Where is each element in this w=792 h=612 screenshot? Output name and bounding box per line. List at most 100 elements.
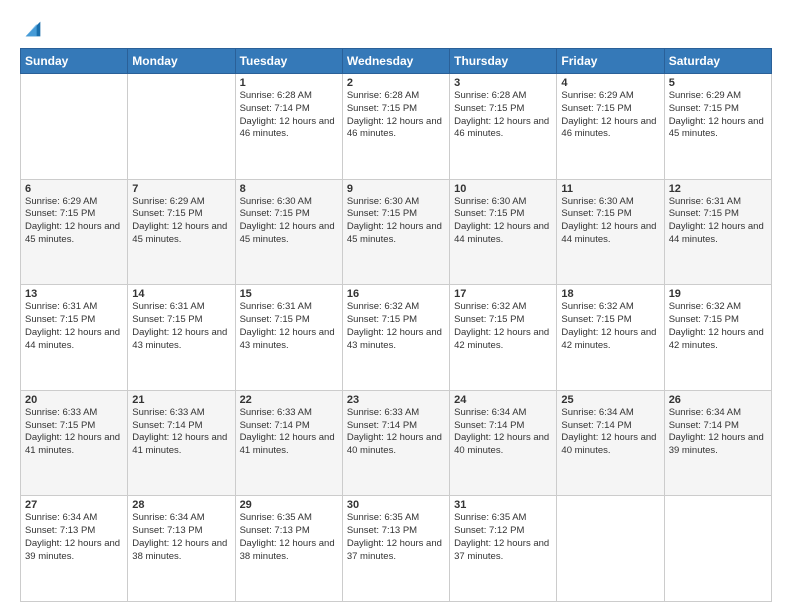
day-number: 15 [240, 288, 338, 300]
calendar-day-cell: 9Sunrise: 6:30 AM Sunset: 7:15 PM Daylig… [342, 179, 449, 285]
day-number: 22 [240, 394, 338, 406]
day-number: 31 [454, 499, 552, 511]
day-info: Sunrise: 6:32 AM Sunset: 7:15 PM Dayligh… [454, 301, 552, 352]
day-info: Sunrise: 6:29 AM Sunset: 7:15 PM Dayligh… [561, 90, 659, 141]
day-number: 23 [347, 394, 445, 406]
calendar-day-cell: 23Sunrise: 6:33 AM Sunset: 7:14 PM Dayli… [342, 390, 449, 496]
day-number: 18 [561, 288, 659, 300]
day-number: 8 [240, 183, 338, 195]
calendar-day-cell: 21Sunrise: 6:33 AM Sunset: 7:14 PM Dayli… [128, 390, 235, 496]
day-number: 21 [132, 394, 230, 406]
calendar-day-header: Wednesday [342, 49, 449, 74]
day-info: Sunrise: 6:34 AM Sunset: 7:13 PM Dayligh… [132, 512, 230, 563]
calendar-day-cell: 25Sunrise: 6:34 AM Sunset: 7:14 PM Dayli… [557, 390, 664, 496]
day-info: Sunrise: 6:30 AM Sunset: 7:15 PM Dayligh… [561, 196, 659, 247]
day-number: 13 [25, 288, 123, 300]
calendar-day-cell: 12Sunrise: 6:31 AM Sunset: 7:15 PM Dayli… [664, 179, 771, 285]
day-info: Sunrise: 6:29 AM Sunset: 7:15 PM Dayligh… [132, 196, 230, 247]
calendar-day-cell: 29Sunrise: 6:35 AM Sunset: 7:13 PM Dayli… [235, 496, 342, 602]
calendar-day-cell: 24Sunrise: 6:34 AM Sunset: 7:14 PM Dayli… [450, 390, 557, 496]
day-info: Sunrise: 6:33 AM Sunset: 7:14 PM Dayligh… [132, 407, 230, 458]
day-info: Sunrise: 6:32 AM Sunset: 7:15 PM Dayligh… [561, 301, 659, 352]
calendar-day-cell: 11Sunrise: 6:30 AM Sunset: 7:15 PM Dayli… [557, 179, 664, 285]
day-info: Sunrise: 6:34 AM Sunset: 7:13 PM Dayligh… [25, 512, 123, 563]
calendar-header-row: SundayMondayTuesdayWednesdayThursdayFrid… [21, 49, 772, 74]
calendar-day-cell: 8Sunrise: 6:30 AM Sunset: 7:15 PM Daylig… [235, 179, 342, 285]
day-number: 16 [347, 288, 445, 300]
day-info: Sunrise: 6:31 AM Sunset: 7:15 PM Dayligh… [669, 196, 767, 247]
day-info: Sunrise: 6:33 AM Sunset: 7:14 PM Dayligh… [240, 407, 338, 458]
day-number: 27 [25, 499, 123, 511]
day-info: Sunrise: 6:35 AM Sunset: 7:12 PM Dayligh… [454, 512, 552, 563]
day-number: 12 [669, 183, 767, 195]
calendar-day-cell: 5Sunrise: 6:29 AM Sunset: 7:15 PM Daylig… [664, 74, 771, 180]
day-number: 30 [347, 499, 445, 511]
day-number: 6 [25, 183, 123, 195]
day-number: 28 [132, 499, 230, 511]
day-number: 10 [454, 183, 552, 195]
day-info: Sunrise: 6:33 AM Sunset: 7:15 PM Dayligh… [25, 407, 123, 458]
day-info: Sunrise: 6:34 AM Sunset: 7:14 PM Dayligh… [669, 407, 767, 458]
day-info: Sunrise: 6:29 AM Sunset: 7:15 PM Dayligh… [669, 90, 767, 141]
day-info: Sunrise: 6:32 AM Sunset: 7:15 PM Dayligh… [669, 301, 767, 352]
day-info: Sunrise: 6:32 AM Sunset: 7:15 PM Dayligh… [347, 301, 445, 352]
calendar-day-cell [128, 74, 235, 180]
calendar-day-cell: 3Sunrise: 6:28 AM Sunset: 7:15 PM Daylig… [450, 74, 557, 180]
calendar-day-header: Thursday [450, 49, 557, 74]
day-number: 25 [561, 394, 659, 406]
day-number: 11 [561, 183, 659, 195]
calendar-week-row: 27Sunrise: 6:34 AM Sunset: 7:13 PM Dayli… [21, 496, 772, 602]
calendar-day-cell: 27Sunrise: 6:34 AM Sunset: 7:13 PM Dayli… [21, 496, 128, 602]
calendar-day-cell: 18Sunrise: 6:32 AM Sunset: 7:15 PM Dayli… [557, 285, 664, 391]
calendar-week-row: 6Sunrise: 6:29 AM Sunset: 7:15 PM Daylig… [21, 179, 772, 285]
day-info: Sunrise: 6:35 AM Sunset: 7:13 PM Dayligh… [347, 512, 445, 563]
calendar-week-row: 13Sunrise: 6:31 AM Sunset: 7:15 PM Dayli… [21, 285, 772, 391]
day-number: 4 [561, 77, 659, 89]
calendar-day-cell: 6Sunrise: 6:29 AM Sunset: 7:15 PM Daylig… [21, 179, 128, 285]
day-number: 17 [454, 288, 552, 300]
day-info: Sunrise: 6:31 AM Sunset: 7:15 PM Dayligh… [240, 301, 338, 352]
day-number: 3 [454, 77, 552, 89]
day-info: Sunrise: 6:28 AM Sunset: 7:15 PM Dayligh… [454, 90, 552, 141]
calendar-table: SundayMondayTuesdayWednesdayThursdayFrid… [20, 48, 772, 602]
calendar-day-cell [21, 74, 128, 180]
day-info: Sunrise: 6:34 AM Sunset: 7:14 PM Dayligh… [454, 407, 552, 458]
day-info: Sunrise: 6:28 AM Sunset: 7:15 PM Dayligh… [347, 90, 445, 141]
calendar-day-header: Tuesday [235, 49, 342, 74]
day-number: 26 [669, 394, 767, 406]
calendar-day-cell: 13Sunrise: 6:31 AM Sunset: 7:15 PM Dayli… [21, 285, 128, 391]
day-info: Sunrise: 6:30 AM Sunset: 7:15 PM Dayligh… [240, 196, 338, 247]
day-info: Sunrise: 6:29 AM Sunset: 7:15 PM Dayligh… [25, 196, 123, 247]
calendar-week-row: 1Sunrise: 6:28 AM Sunset: 7:14 PM Daylig… [21, 74, 772, 180]
calendar-day-cell [664, 496, 771, 602]
day-info: Sunrise: 6:34 AM Sunset: 7:14 PM Dayligh… [561, 407, 659, 458]
calendar-day-cell [557, 496, 664, 602]
calendar-week-row: 20Sunrise: 6:33 AM Sunset: 7:15 PM Dayli… [21, 390, 772, 496]
calendar-day-cell: 15Sunrise: 6:31 AM Sunset: 7:15 PM Dayli… [235, 285, 342, 391]
calendar-day-cell: 19Sunrise: 6:32 AM Sunset: 7:15 PM Dayli… [664, 285, 771, 391]
day-number: 1 [240, 77, 338, 89]
calendar-day-cell: 22Sunrise: 6:33 AM Sunset: 7:14 PM Dayli… [235, 390, 342, 496]
calendar-day-cell: 14Sunrise: 6:31 AM Sunset: 7:15 PM Dayli… [128, 285, 235, 391]
day-info: Sunrise: 6:31 AM Sunset: 7:15 PM Dayligh… [25, 301, 123, 352]
day-number: 19 [669, 288, 767, 300]
day-number: 29 [240, 499, 338, 511]
calendar-day-header: Friday [557, 49, 664, 74]
day-number: 2 [347, 77, 445, 89]
calendar-day-cell: 1Sunrise: 6:28 AM Sunset: 7:14 PM Daylig… [235, 74, 342, 180]
calendar-day-header: Sunday [21, 49, 128, 74]
calendar-day-cell: 2Sunrise: 6:28 AM Sunset: 7:15 PM Daylig… [342, 74, 449, 180]
day-number: 24 [454, 394, 552, 406]
calendar-day-header: Saturday [664, 49, 771, 74]
calendar-day-cell: 4Sunrise: 6:29 AM Sunset: 7:15 PM Daylig… [557, 74, 664, 180]
day-info: Sunrise: 6:31 AM Sunset: 7:15 PM Dayligh… [132, 301, 230, 352]
day-number: 7 [132, 183, 230, 195]
day-number: 5 [669, 77, 767, 89]
day-number: 9 [347, 183, 445, 195]
calendar-day-cell: 28Sunrise: 6:34 AM Sunset: 7:13 PM Dayli… [128, 496, 235, 602]
calendar-day-cell: 20Sunrise: 6:33 AM Sunset: 7:15 PM Dayli… [21, 390, 128, 496]
calendar-day-cell: 26Sunrise: 6:34 AM Sunset: 7:14 PM Dayli… [664, 390, 771, 496]
day-info: Sunrise: 6:33 AM Sunset: 7:14 PM Dayligh… [347, 407, 445, 458]
calendar-day-cell: 7Sunrise: 6:29 AM Sunset: 7:15 PM Daylig… [128, 179, 235, 285]
day-info: Sunrise: 6:28 AM Sunset: 7:14 PM Dayligh… [240, 90, 338, 141]
